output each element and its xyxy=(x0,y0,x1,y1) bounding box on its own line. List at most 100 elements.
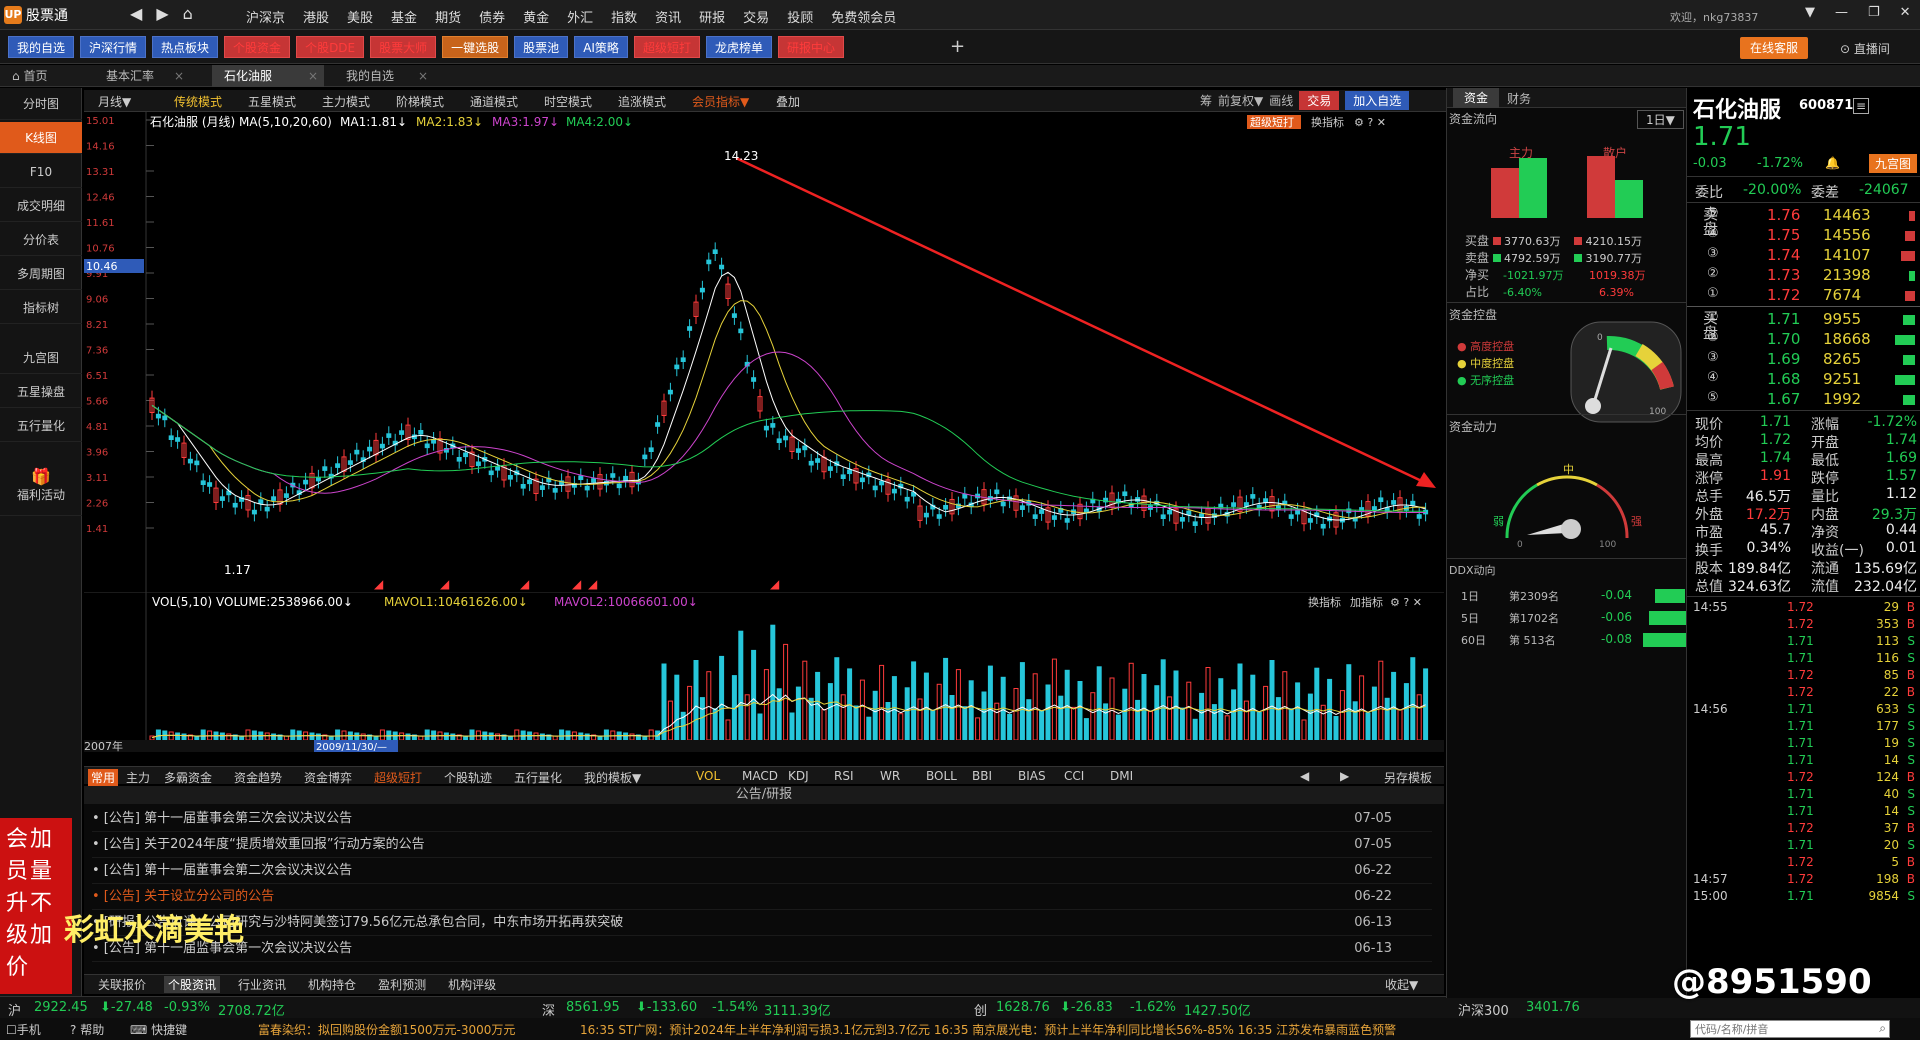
shortcut-button[interactable]: ⌨ 快捷键 xyxy=(130,1021,187,1038)
tab-watchlist[interactable]: 我的自选 × xyxy=(334,65,434,87)
ask-row[interactable]: ③ 1.74 14107 xyxy=(1687,246,1920,266)
period-select[interactable]: 1日▼ xyxy=(1637,110,1684,129)
kline-chart[interactable]: 15.0114.1613.3112.4611.6110.769.919.068.… xyxy=(84,112,1444,592)
user-info[interactable]: 欢迎，nkg73837 xyxy=(1670,9,1758,25)
news-tab[interactable]: 机构持仓 xyxy=(304,976,360,993)
news-ticker-prev[interactable]: 富春染织：拟回购股份金额1500万元-3000万元 xyxy=(258,1021,515,1038)
bid-row[interactable]: ④ 1.68 9251 xyxy=(1687,370,1920,390)
toolbar-button[interactable]: AI策略 xyxy=(574,36,628,58)
sidebar-item[interactable]: 指标树 xyxy=(0,292,82,324)
menu-item[interactable]: 美股 xyxy=(347,7,373,26)
minimize-icon[interactable]: — xyxy=(1835,5,1848,20)
menu-item[interactable]: 港股 xyxy=(303,7,329,26)
menu-item[interactable]: 沪深京 xyxy=(246,7,285,26)
sidebar-item[interactable]: 五行量化 xyxy=(0,410,82,442)
bid-row[interactable]: ② 1.70 18668 xyxy=(1687,330,1920,350)
sidebar-item[interactable]: 九宫图 xyxy=(0,342,82,374)
chip-button[interactable]: 筹 xyxy=(1200,92,1212,109)
menu-item[interactable]: 交易 xyxy=(743,7,769,26)
period-select[interactable]: 月线▼ xyxy=(98,93,131,110)
forward-icon[interactable]: ▶ xyxy=(156,4,168,23)
chart-mode-tab[interactable]: 阶梯模式 xyxy=(396,93,444,110)
indicator-tab[interactable]: CCI xyxy=(1064,769,1084,783)
close-icon[interactable]: × xyxy=(418,65,428,87)
add-icon[interactable]: + xyxy=(950,36,965,57)
menu-item[interactable]: 基金 xyxy=(391,7,417,26)
menu-icon[interactable]: ▼ xyxy=(1805,5,1815,20)
menu-item[interactable]: 指数 xyxy=(611,7,637,26)
chart-mode-tab[interactable]: 时空模式 xyxy=(544,93,592,110)
bid-row[interactable]: ① 1.71 9955 xyxy=(1687,310,1920,330)
phone-button[interactable]: ☐手机 xyxy=(6,1021,41,1038)
toolbar-button[interactable]: 沪深行情 xyxy=(80,36,147,58)
back-icon[interactable]: ◀ xyxy=(130,4,142,23)
chart-mode-tab[interactable]: 传统模式 xyxy=(174,93,222,110)
chart-mode-tab[interactable]: 追涨模式 xyxy=(618,93,666,110)
indicator-tab[interactable]: KDJ xyxy=(788,769,809,783)
news-tab[interactable]: 机构评级 xyxy=(444,976,500,993)
news-tab[interactable]: 关联报价 xyxy=(94,976,150,993)
help-button[interactable]: ? 帮助 xyxy=(70,1021,104,1038)
menu-item[interactable]: 外汇 xyxy=(567,7,593,26)
sidebar-item[interactable]: 五星操盘 xyxy=(0,376,82,408)
close-icon[interactable]: × xyxy=(174,65,184,87)
menu-item[interactable]: 免费领会员 xyxy=(831,7,896,26)
indicator-group[interactable]: 常用 xyxy=(88,769,119,786)
sz-index[interactable]: 8561.95 xyxy=(566,1000,620,1015)
tab-stock[interactable]: 石化油服 × xyxy=(212,65,324,87)
sidebar-item[interactable]: 多周期图 xyxy=(0,258,82,290)
save-template-button[interactable]: 另存模板 xyxy=(1384,769,1432,786)
toolbar-button[interactable]: 超级短打 xyxy=(633,36,700,58)
bid-row[interactable]: ⑤ 1.67 1992 xyxy=(1687,390,1920,410)
indicator-tab[interactable]: DMI xyxy=(1110,769,1133,783)
toolbar-button[interactable]: 个股DDE xyxy=(296,36,365,58)
hs300-index[interactable]: 3401.76 xyxy=(1526,1000,1580,1015)
tab-fund[interactable]: 资金 xyxy=(1453,88,1499,108)
tab-home[interactable]: ⌂ 首页 xyxy=(0,65,80,87)
switch-indicator[interactable]: 换指标 xyxy=(1311,115,1344,129)
chart-mode-tab[interactable]: 主力模式 xyxy=(322,93,370,110)
menu-item[interactable]: 黄金 xyxy=(523,7,549,26)
draw-button[interactable]: 画线 xyxy=(1269,92,1293,109)
news-tab[interactable]: 个股资讯 xyxy=(164,976,221,993)
ask-row[interactable]: ④ 1.75 14556 xyxy=(1687,226,1920,246)
search-input[interactable] xyxy=(1691,1021,1871,1037)
bid-row[interactable]: ③ 1.69 8265 xyxy=(1687,350,1920,370)
toolbar-button[interactable]: 我的自选 xyxy=(8,36,75,58)
menu-item[interactable]: 资讯 xyxy=(655,7,681,26)
indicator-tab[interactable]: BBI xyxy=(972,769,992,783)
indicator-group[interactable]: 资金趋势 xyxy=(234,769,282,786)
sidebar-item[interactable]: 分时图 xyxy=(0,88,82,120)
menu-item[interactable]: 研报 xyxy=(699,7,725,26)
indicator-tab[interactable]: BIAS xyxy=(1018,769,1046,783)
nine-grid-button[interactable]: 九宫图 xyxy=(1869,154,1918,173)
news-item[interactable]: • [公告] 第十一届董事会第二次会议决议公告 06-22 xyxy=(92,858,1432,884)
news-item[interactable]: • [公告] 关于2024年度“提质增效重回报”行动方案的公告 07-05 xyxy=(92,832,1432,858)
indicator-tab[interactable]: WR xyxy=(880,769,900,783)
add-watch-button[interactable]: 加入自选 xyxy=(1345,91,1410,110)
chart-mode-tab[interactable]: 叠加 xyxy=(776,93,800,110)
search-icon[interactable]: ⌕ xyxy=(1879,1021,1886,1036)
news-ticker[interactable]: 16:35 ST广网：预计2024年上半年净利润亏损3.1亿元到3.7亿元 16… xyxy=(580,1021,1396,1038)
volume-chart[interactable]: VOL(5,10) VOLUME:2538966.00↓ MAVOL1:1046… xyxy=(84,592,1444,752)
sidebar-item[interactable]: 分价表 xyxy=(0,224,82,256)
indicator-group[interactable]: 多霸资金 xyxy=(164,769,212,786)
toolbar-button[interactable]: 热点板块 xyxy=(152,36,219,58)
indicator-group[interactable]: 主力 xyxy=(126,769,150,786)
restore-icon[interactable]: ❐ xyxy=(1868,5,1880,20)
toolbar-button[interactable]: 研报中心 xyxy=(777,36,844,58)
prev-icon[interactable]: ◀ xyxy=(1300,769,1309,783)
indicator-tab[interactable]: RSI xyxy=(834,769,854,783)
news-tab[interactable]: 盈利预测 xyxy=(374,976,430,993)
sidebar-item[interactable]: 成交明细 xyxy=(0,190,82,222)
indicator-tab[interactable]: VOL xyxy=(696,769,720,783)
collapse-button[interactable]: 收起▼ xyxy=(1385,976,1418,993)
chart-mode-tab[interactable]: 五星模式 xyxy=(248,93,296,110)
adjust-select[interactable]: 前复权▼ xyxy=(1218,92,1263,109)
toolbar-button[interactable]: 一键选股 xyxy=(442,36,509,58)
tab-finance[interactable]: 财务 xyxy=(1507,90,1531,107)
indicator-group[interactable]: 超级短打 xyxy=(374,769,422,786)
sidebar-item[interactable]: F10 xyxy=(0,156,82,188)
settings-icon[interactable]: ⚙ ? ✕ xyxy=(1354,116,1386,129)
online-service-button[interactable]: 在线客服 xyxy=(1740,37,1809,59)
